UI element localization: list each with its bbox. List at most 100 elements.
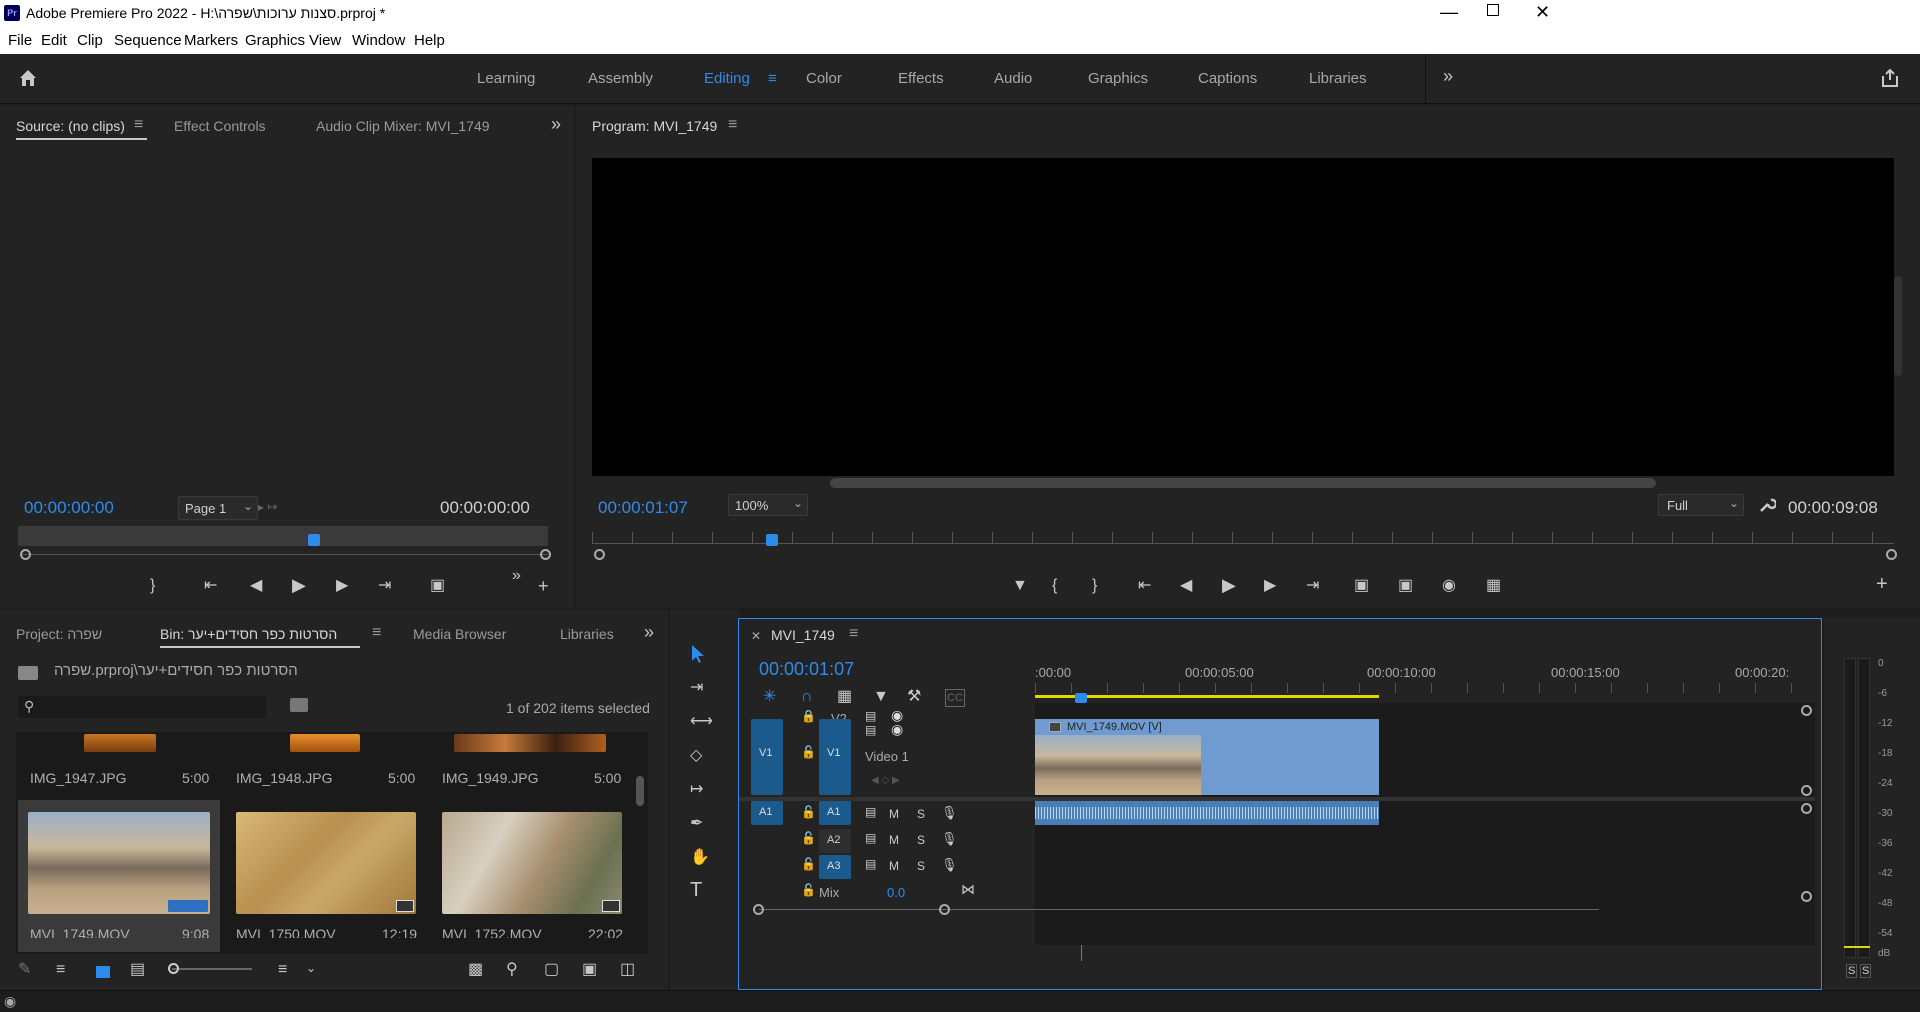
workspace-graphics[interactable]: Graphics <box>1088 70 1148 87</box>
share-icon[interactable] <box>1880 68 1900 88</box>
vscroll-handle[interactable] <box>1801 891 1812 902</box>
a1-mic-icon[interactable]: 🎙 <box>941 805 958 821</box>
zoom-handle-left[interactable] <box>20 549 31 560</box>
a3-target[interactable]: A3 <box>819 855 851 879</box>
tab-bin[interactable]: Bin: הסרטות כפר חסידים+יער <box>160 626 337 642</box>
v1-eye-icon[interactable]: ◉ <box>891 721 903 738</box>
workspace-editing[interactable]: Editing <box>704 70 750 87</box>
more-buttons-icon[interactable]: » <box>512 568 521 584</box>
add-marker-icon[interactable]: ▼ <box>873 689 889 705</box>
bin-scrollbar[interactable] <box>636 776 644 806</box>
thumb-img-1948[interactable] <box>290 734 360 752</box>
program-playhead[interactable] <box>766 534 778 546</box>
go-to-in-icon[interactable]: ⇤ <box>204 578 217 594</box>
timeline-ruler[interactable] <box>1035 683 1801 693</box>
step-back-icon[interactable]: ◀ <box>1180 578 1192 594</box>
go-to-out-icon[interactable]: ⇥ <box>1306 578 1319 594</box>
workspace-audio[interactable]: Audio <box>994 70 1032 87</box>
lift-icon[interactable]: ▣ <box>1354 578 1369 594</box>
search-input[interactable]: ⚲ <box>18 696 266 718</box>
mark-in-icon[interactable]: { <box>1052 578 1057 594</box>
trash-icon[interactable]: ◫ <box>620 962 635 978</box>
program-timecode[interactable]: 00:00:01:07 <box>598 498 688 518</box>
play-icon[interactable]: ▶ <box>1222 576 1236 594</box>
pen-tool-icon[interactable]: ✒ <box>690 816 703 832</box>
menu-window[interactable]: Window <box>352 32 405 49</box>
zoom-handle-right[interactable] <box>540 549 551 560</box>
tab-media-browser[interactable]: Media Browser <box>413 626 506 642</box>
program-zoom-handle-left[interactable] <box>594 549 605 560</box>
add-button-icon[interactable]: + <box>1876 574 1888 594</box>
menu-view[interactable]: View <box>309 32 341 49</box>
new-item-icon[interactable]: ▣ <box>582 962 597 978</box>
a2-target[interactable]: A2 <box>819 829 851 853</box>
menu-markers[interactable]: Markers <box>184 32 238 49</box>
minimize-icon[interactable]: — <box>1440 2 1458 23</box>
bin-menu-icon[interactable]: ≡ <box>372 624 381 642</box>
mark-out-icon[interactable]: } <box>150 578 155 594</box>
a2-mic-icon[interactable]: 🎙 <box>941 831 958 847</box>
chevron-down-icon[interactable]: ⌄ <box>306 960 316 976</box>
workspace-learning[interactable]: Learning <box>477 70 535 87</box>
captions-icon[interactable]: CC <box>945 689 965 707</box>
workspace-menu-icon[interactable]: ≡ <box>768 70 777 87</box>
add-marker-icon[interactable]: ▼ <box>1012 578 1028 594</box>
fit-icon[interactable]: ▸ ↦ <box>258 500 277 514</box>
freeform-view-icon[interactable]: ▤ <box>130 962 145 978</box>
tab-libraries[interactable]: Libraries <box>560 626 614 642</box>
track-select-tool-icon[interactable]: ⇥ <box>690 680 703 696</box>
thumb-img-1949[interactable] <box>454 734 606 752</box>
insert-icon[interactable]: ▣ <box>430 578 445 594</box>
a2-solo[interactable]: S <box>917 833 925 847</box>
menu-edit[interactable]: Edit <box>41 32 67 49</box>
a1-solo[interactable]: S <box>917 807 925 821</box>
mark-out-icon[interactable]: } <box>1092 578 1097 594</box>
v1-target[interactable]: V1 <box>819 719 851 795</box>
solo-right-button[interactable]: S <box>1860 964 1872 978</box>
vscroll-handle[interactable] <box>1801 785 1812 796</box>
thumb-img-1947[interactable] <box>84 734 156 752</box>
linked-selection-icon[interactable]: ▦ <box>837 689 852 705</box>
mix-value[interactable]: 0.0 <box>887 885 905 900</box>
find-icon[interactable]: ⚲ <box>506 962 518 978</box>
a1-target[interactable]: A1 <box>819 801 851 825</box>
restore-icon[interactable] <box>1487 4 1499 16</box>
close-icon[interactable]: ✕ <box>1535 2 1550 23</box>
status-icon[interactable]: ◉ <box>4 993 16 1010</box>
menu-sequence[interactable]: Sequence <box>114 32 182 49</box>
close-tab-icon[interactable]: ✕ <box>751 629 761 643</box>
workspace-color[interactable]: Color <box>806 70 842 87</box>
a1-sync-icon[interactable]: ▤ <box>865 805 876 819</box>
slip-tool-icon[interactable]: ↦ <box>690 782 703 798</box>
solo-left-button[interactable]: S <box>1846 964 1858 978</box>
a2-lock-icon[interactable]: 🔓 <box>801 831 816 845</box>
go-to-out-icon[interactable]: ⇥ <box>378 578 391 594</box>
nest-icon[interactable]: ✳ <box>763 689 776 705</box>
step-forward-icon[interactable]: ▶ <box>1264 578 1276 594</box>
mix-lock-icon[interactable]: 🔓 <box>801 883 816 897</box>
tab-audio-clip-mixer[interactable]: Audio Clip Mixer: MVI_1749 <box>316 118 490 134</box>
tab-sequence[interactable]: MVI_1749 <box>771 627 835 643</box>
ripple-edit-tool-icon[interactable]: ⟷ <box>690 714 713 730</box>
list-view-icon[interactable]: ≡ <box>56 962 65 978</box>
workspace-libraries[interactable]: Libraries <box>1309 70 1367 87</box>
src-v1-patch[interactable]: V1 <box>751 719 783 795</box>
source-scrub-bar[interactable] <box>18 526 548 546</box>
timeline-timecode[interactable]: 00:00:01:07 <box>759 659 854 680</box>
compare-icon[interactable]: ▦ <box>1486 578 1501 594</box>
menu-help[interactable]: Help <box>414 32 445 49</box>
type-tool-icon[interactable]: T <box>690 880 702 900</box>
a3-mic-icon[interactable]: 🎙 <box>941 857 958 873</box>
go-to-in-icon[interactable]: ⇤ <box>1138 578 1151 594</box>
program-vertical-scroll[interactable] <box>1894 276 1902 376</box>
more-tabs-icon[interactable]: » <box>551 114 561 135</box>
page-dropdown[interactable]: Page 1 ⌄ <box>178 496 258 520</box>
timeline-menu-icon[interactable]: ≡ <box>849 625 858 643</box>
extract-icon[interactable]: ▣ <box>1398 578 1413 594</box>
tab-source[interactable]: Source: (no clips) <box>16 118 125 134</box>
step-back-icon[interactable]: ◀ <box>250 578 262 594</box>
a2-mute[interactable]: M <box>889 833 899 847</box>
program-ruler[interactable] <box>592 532 1894 544</box>
source-timecode-in[interactable]: 00:00:00:00 <box>24 498 114 518</box>
new-search-bin-icon[interactable] <box>290 698 308 712</box>
